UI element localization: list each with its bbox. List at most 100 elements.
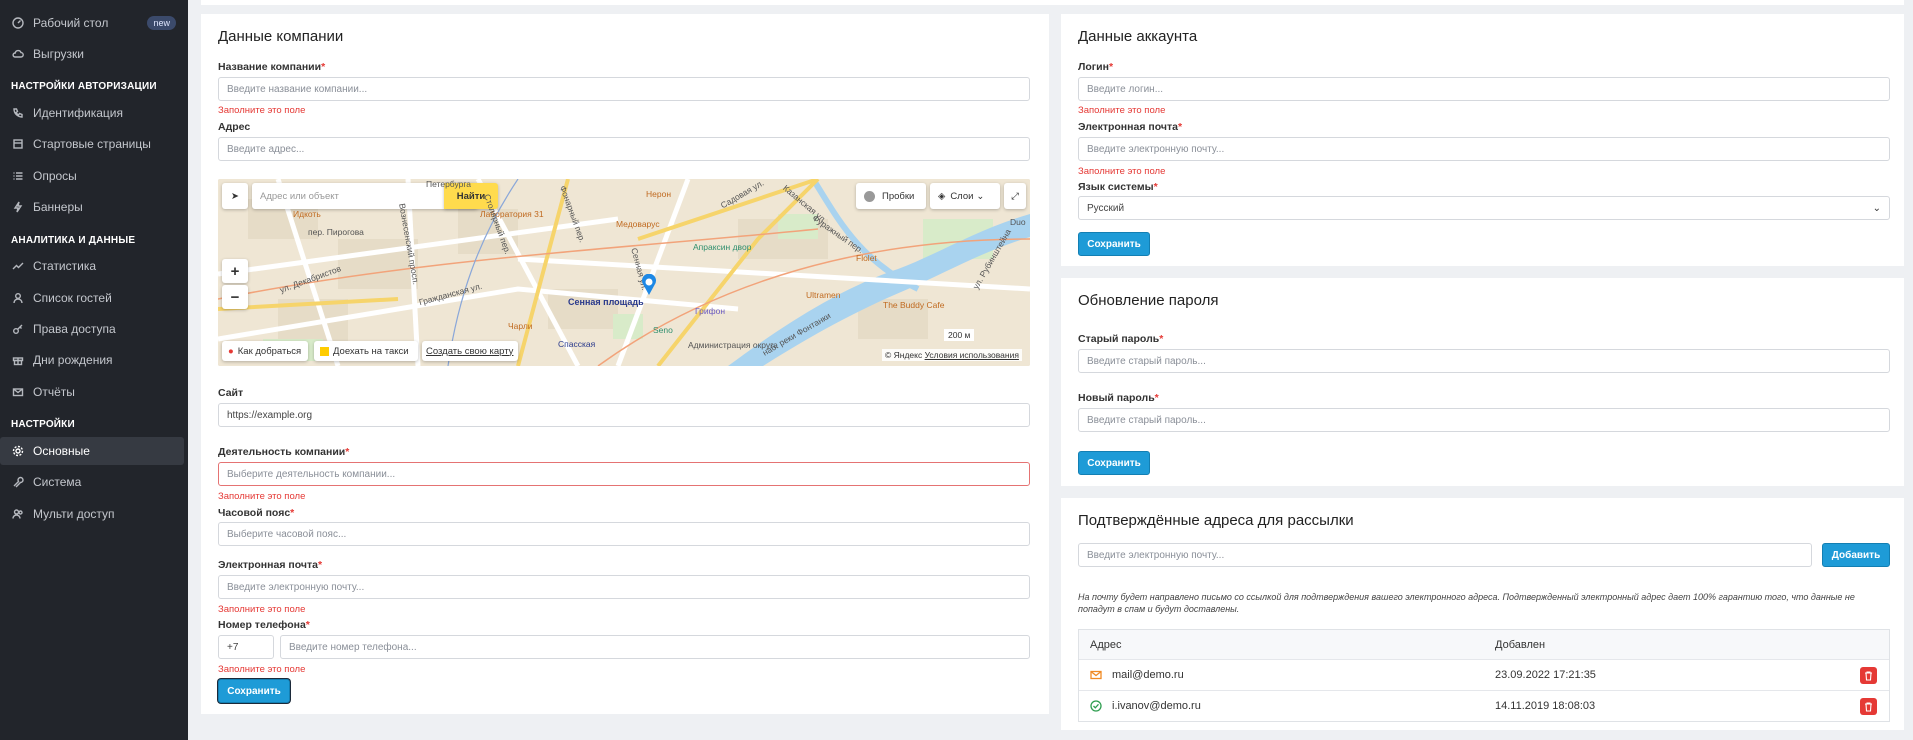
- cloud-icon: [11, 47, 25, 61]
- company-name-error: Заполните это поле: [218, 105, 306, 116]
- sidebar-item-label: Статистика: [33, 259, 97, 273]
- map-place-label: Грифон: [695, 306, 726, 316]
- table-row: i.ivanov@demo.ru 14.11.2019 18:08:03: [1079, 690, 1889, 721]
- route-button[interactable]: ● Как добраться: [222, 341, 308, 361]
- traffic-label: Пробки: [882, 190, 915, 202]
- layers-label: Слои: [950, 190, 974, 202]
- sidebar-item-identification[interactable]: Идентификация: [0, 99, 188, 127]
- sidebar-item-reports[interactable]: Отчёты: [0, 378, 188, 406]
- sidebar-item-system[interactable]: Система: [0, 468, 188, 496]
- login-error: Заполните это поле: [1078, 105, 1166, 116]
- pages-icon: [11, 137, 25, 151]
- sidebar-item-access[interactable]: Права доступа: [0, 315, 188, 343]
- login-input[interactable]: Введите логин...: [1078, 77, 1890, 101]
- map-place-label: Нерон: [646, 189, 672, 199]
- map-street-label: пер. Пирогова: [308, 227, 364, 237]
- sidebar-item-label: Опросы: [33, 169, 77, 183]
- key-icon: [11, 322, 25, 336]
- user-icon: [11, 291, 25, 305]
- row-address: mail@demo.ru: [1112, 669, 1184, 681]
- gear-icon: [11, 444, 25, 458]
- mailing-table: Адрес Добавлен mail@demo.ru 23.09.2022 1…: [1078, 629, 1890, 722]
- site-input[interactable]: https://example.org: [218, 403, 1030, 427]
- account-email-input[interactable]: Введите электронную почту...: [1078, 137, 1890, 161]
- chart-line-icon: [11, 259, 25, 273]
- company-email-input[interactable]: Введите электронную почту...: [218, 575, 1030, 599]
- mailing-card-title: Подтверждённые адреса для рассылки: [1078, 512, 1354, 529]
- column-header-address: Адрес: [1090, 638, 1122, 651]
- phone-input[interactable]: Введите номер телефона...: [280, 635, 1030, 659]
- map-place-label: Идкоть: [293, 209, 321, 219]
- delete-icon[interactable]: [1860, 667, 1877, 684]
- mail-icon: [11, 385, 25, 399]
- phone-code-input[interactable]: +7: [218, 635, 274, 659]
- address-input[interactable]: Введите адрес...: [218, 137, 1030, 161]
- site-label: Сайт: [218, 387, 244, 399]
- company-name-input[interactable]: Введите название компании...: [218, 77, 1030, 101]
- login-label: Логин*: [1078, 61, 1114, 73]
- sidebar: Рабочий стол new Выгрузки НАСТРОЙКИ АВТО…: [0, 0, 188, 740]
- company-card-title: Данные компании: [218, 28, 344, 45]
- sidebar-item-label: Идентификация: [33, 106, 123, 120]
- sidebar-item-label: Стартовые страницы: [33, 137, 151, 151]
- row-added: 14.11.2019 18:08:03: [1495, 700, 1596, 712]
- timezone-label: Часовой пояс*: [218, 507, 295, 519]
- map-pin-icon[interactable]: [641, 273, 657, 296]
- old-password-input[interactable]: Введите старый пароль...: [1078, 349, 1890, 373]
- sidebar-item-dashboard[interactable]: Рабочий стол new: [0, 9, 188, 37]
- table-row: mail@demo.ru 23.09.2022 17:21:35: [1079, 659, 1889, 690]
- check-circle-icon: [1090, 691, 1102, 721]
- sidebar-item-exports[interactable]: Выгрузки: [0, 40, 188, 68]
- zoom-out-button[interactable]: −: [222, 285, 248, 309]
- geolocation-icon[interactable]: ➤: [222, 183, 248, 209]
- traffic-button[interactable]: Пробки: [856, 183, 926, 209]
- map-place-label: Спасская: [558, 339, 596, 349]
- sidebar-item-guests[interactable]: Список гостей: [0, 284, 188, 312]
- map-search-input[interactable]: Адрес или объект: [260, 191, 339, 202]
- activity-select[interactable]: Выберите деятельность компании...: [218, 462, 1030, 486]
- company-email-error: Заполните это поле: [218, 604, 306, 615]
- address-map[interactable]: ➤ Адрес или объект Найти Пробки ◈ Слои ⌄…: [218, 179, 1030, 366]
- taxi-button[interactable]: Доехать на такси: [314, 341, 418, 361]
- taxi-icon: [320, 346, 329, 356]
- password-save-button[interactable]: Сохранить: [1078, 451, 1150, 475]
- company-save-button[interactable]: Сохранить: [218, 679, 290, 703]
- zoom-in-button[interactable]: +: [222, 259, 248, 283]
- fullscreen-icon[interactable]: ⤢: [1004, 183, 1026, 209]
- delete-icon[interactable]: [1860, 698, 1877, 715]
- map-terms-link[interactable]: Условия использования: [925, 350, 1019, 360]
- sidebar-item-label: Система: [33, 475, 82, 489]
- sidebar-item-general[interactable]: Основные: [0, 437, 184, 465]
- sidebar-item-start-pages[interactable]: Стартовые страницы: [0, 130, 188, 158]
- new-password-input[interactable]: Введите старый пароль...: [1078, 408, 1890, 432]
- map-place-label: Сенная площадь: [568, 297, 644, 307]
- sidebar-item-label: Баннеры: [33, 200, 83, 214]
- account-save-button[interactable]: Сохранить: [1078, 232, 1150, 256]
- sidebar-item-statistics[interactable]: Статистика: [0, 252, 188, 280]
- activity-label: Деятельность компании*: [218, 446, 350, 458]
- sidebar-item-multi-access[interactable]: Мульти доступ: [0, 500, 188, 528]
- company-email-label: Электронная почта*: [218, 559, 323, 571]
- add-email-button[interactable]: Добавить: [1822, 543, 1890, 567]
- sidebar-item-label: Рабочий стол: [33, 16, 109, 30]
- sidebar-item-surveys[interactable]: Опросы: [0, 162, 188, 190]
- top-strip: [201, 0, 1904, 5]
- layers-button[interactable]: ◈ Слои ⌄: [930, 183, 1000, 209]
- map-street-label: Петербурга: [426, 179, 472, 189]
- map-place-label: Медоварус: [616, 219, 660, 229]
- sidebar-item-banners[interactable]: Баннеры: [0, 193, 188, 221]
- create-map-link[interactable]: Создать свою карту: [422, 341, 518, 361]
- language-select[interactable]: Русский ⌄: [1078, 196, 1890, 220]
- phone-label: Номер телефона*: [218, 619, 310, 631]
- map-place-label: Апраксин двор: [693, 242, 752, 252]
- mailing-note: На почту будет направлено письмо со ссыл…: [1078, 592, 1855, 614]
- old-password-label: Старый пароль*: [1078, 333, 1164, 345]
- mailing-email-input[interactable]: Введите электронную почту...: [1078, 543, 1812, 567]
- sidebar-item-birthdays[interactable]: Дни рождения: [0, 346, 188, 374]
- map-place-label: The Buddy Cafe: [883, 300, 945, 310]
- sidebar-section-title: АНАЛИТИКА И ДАННЫЕ: [11, 235, 136, 246]
- route-label: Как добраться: [237, 345, 302, 357]
- map-scale: 200 м: [944, 329, 975, 341]
- timezone-select[interactable]: Выберите часовой пояс...: [218, 522, 1030, 546]
- address-label: Адрес: [218, 121, 251, 133]
